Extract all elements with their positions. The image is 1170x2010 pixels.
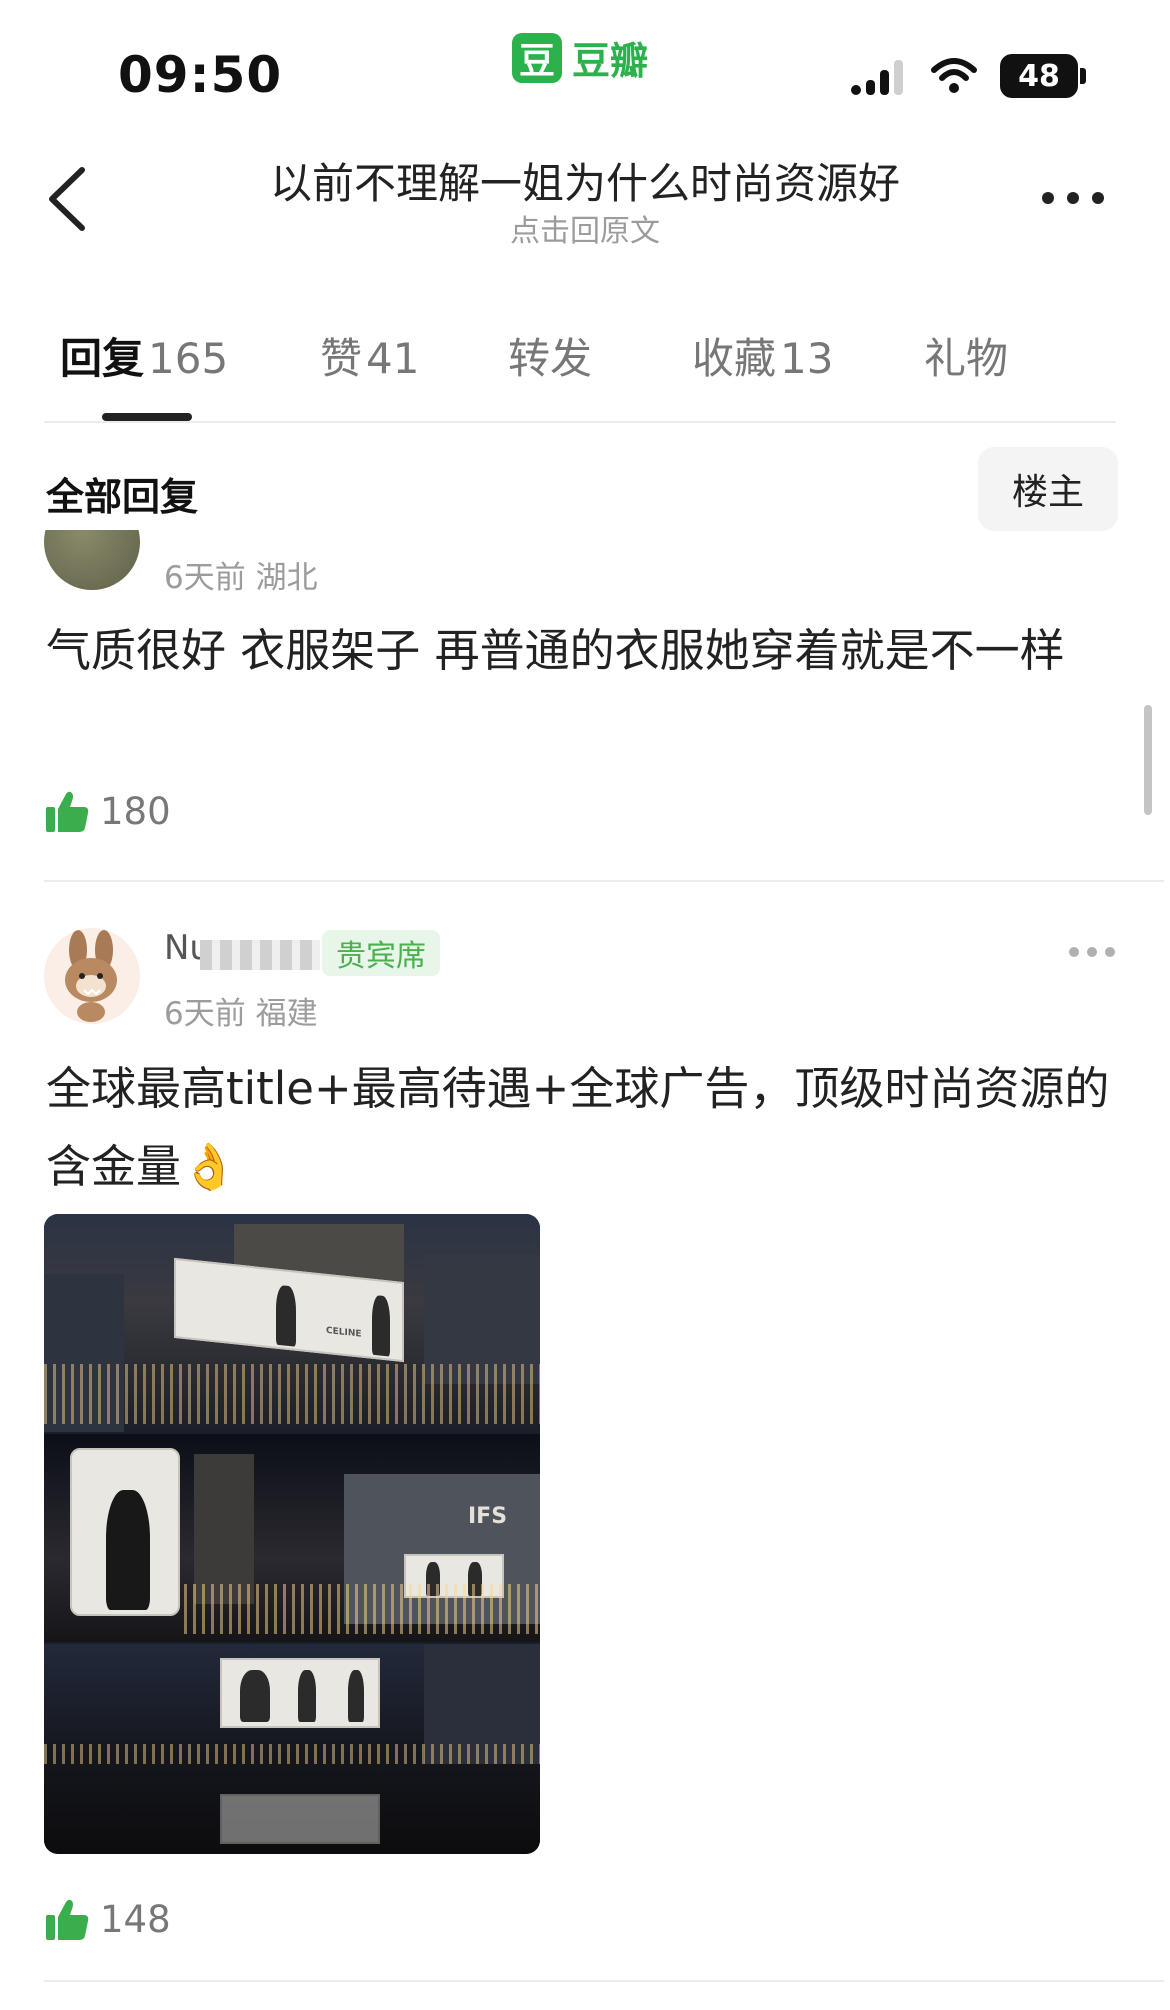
avatar[interactable] — [44, 530, 140, 590]
bunny-avatar-icon — [65, 930, 117, 1022]
comment-divider — [44, 1980, 1164, 1982]
post-title: 以前不理解一姐为什么时尚资源好 — [269, 159, 900, 208]
avatar-image — [44, 530, 140, 590]
app-indicator: 豆 豆瓣 — [512, 30, 648, 85]
app-name: 豆瓣 — [572, 39, 649, 83]
comment-more-icon[interactable] — [1068, 945, 1116, 959]
tab-reposts-label: 转发 — [508, 334, 593, 383]
scrollbar[interactable] — [1144, 705, 1152, 815]
battery-level: 48 — [1000, 54, 1078, 98]
interaction-tabs: 回复165 赞41 转发 收藏13 礼物 — [44, 325, 1124, 421]
douban-logo-icon: 豆 — [512, 32, 562, 83]
tab-gifts[interactable]: 礼物 — [924, 325, 1008, 386]
active-tab-indicator — [102, 413, 192, 421]
like-count: 148 — [100, 1897, 171, 1941]
tab-collections[interactable]: 收藏13 — [692, 325, 833, 386]
tab-reposts[interactable]: 转发 — [508, 325, 592, 386]
comment-body: 全球最高title+最高待遇+全球广告，顶级时尚资源的含金量👌 — [46, 1062, 1110, 1193]
wifi-icon — [931, 58, 977, 93]
like-button[interactable]: 148 — [44, 1896, 171, 1942]
tab-likes-label: 赞 — [320, 334, 363, 383]
tabs-divider — [44, 421, 1116, 423]
comment-meta: 6天前 福建 — [164, 996, 318, 1032]
tab-gifts-label: 礼物 — [924, 334, 1009, 383]
tab-collections-count: 13 — [780, 334, 834, 383]
avatar[interactable] — [44, 928, 140, 1024]
all-replies-heading: 全部回复 — [46, 475, 199, 519]
op-only-button[interactable]: 楼主 — [978, 447, 1118, 531]
photo-panel — [44, 1644, 540, 1854]
username-redaction — [200, 940, 320, 970]
battery-tip — [1080, 68, 1086, 84]
comment-body: 气质很好 衣服架子 再普通的衣服她穿着就是不一样 — [46, 624, 1065, 677]
more-options-icon[interactable] — [1040, 188, 1106, 208]
comment-photo[interactable]: CELINE IFS — [44, 1214, 540, 1854]
tab-replies-count: 165 — [148, 334, 229, 383]
back-to-post-link[interactable]: 点击回原文 — [0, 206, 1170, 250]
comment-divider — [44, 880, 1164, 882]
status-time: 09:50 — [118, 46, 283, 104]
comment-meta: 6天前 湖北 — [164, 560, 318, 596]
thumbs-up-icon — [46, 791, 89, 832]
tab-likes[interactable]: 赞41 — [320, 325, 419, 386]
photo-panel: CELINE — [44, 1214, 540, 1432]
battery-indicator: 48 — [1000, 54, 1086, 98]
photo-panel: IFS — [44, 1434, 540, 1642]
tab-likes-count: 41 — [366, 334, 420, 383]
status-bar: 09:50 豆 豆瓣 48 — [0, 0, 1170, 140]
tab-collections-label: 收藏 — [692, 334, 777, 383]
tab-replies-label: 回复 — [60, 334, 145, 383]
tab-replies[interactable]: 回复165 — [60, 325, 228, 386]
cellular-signal-icon — [851, 60, 903, 95]
building-sign: IFS — [468, 1504, 508, 1529]
thumbs-up-icon — [46, 1899, 89, 1940]
user-badge: 贵宾席 — [322, 930, 440, 976]
nav-bar: 以前不理解一姐为什么时尚资源好 点击回原文 — [0, 140, 1170, 250]
billboard-brand: CELINE — [326, 1325, 362, 1340]
like-count: 180 — [100, 789, 171, 833]
like-button[interactable]: 180 — [44, 788, 171, 834]
